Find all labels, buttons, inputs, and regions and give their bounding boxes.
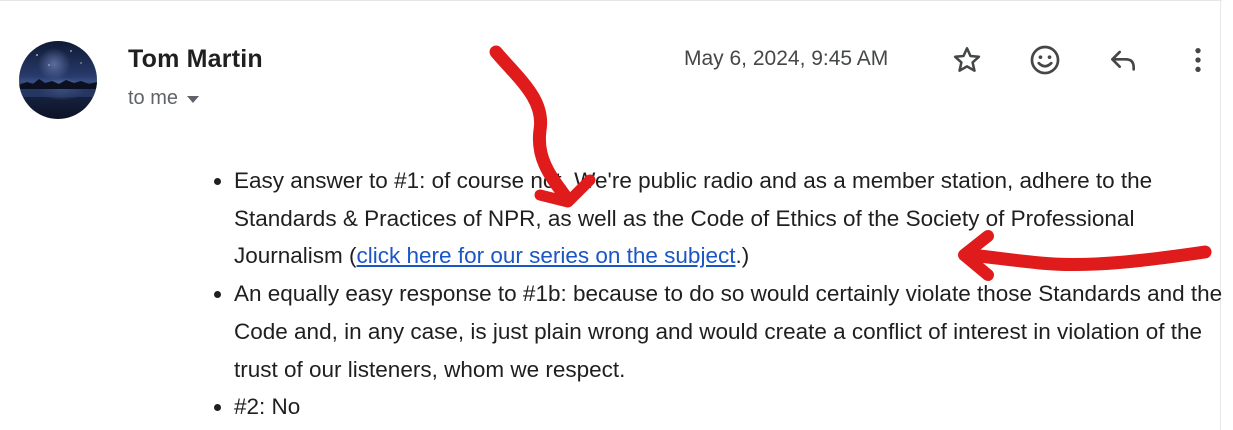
reply-icon <box>1111 50 1135 71</box>
landscape-photo-icon <box>19 50 97 97</box>
more-options-button[interactable] <box>1180 42 1216 78</box>
more-vert-icon <box>1195 48 1201 72</box>
list-item: An equally easy response to #1b: because… <box>214 275 1224 388</box>
list-item: Easy answer to #1: of course not. We're … <box>214 162 1224 275</box>
message-body: Easy answer to #1: of course not. We're … <box>214 162 1224 426</box>
list-item: #2: No <box>214 388 1224 426</box>
star-icon <box>953 47 981 72</box>
series-link[interactable]: click here for our series on the subject <box>357 243 736 268</box>
header-divider <box>0 0 1222 1</box>
bullet <box>214 291 221 299</box>
star-button[interactable] <box>949 42 985 78</box>
bullet <box>214 404 221 412</box>
item3-text: #2: No <box>234 394 301 420</box>
item2-text: An equally easy response to #1b: because… <box>234 281 1223 382</box>
sender-name[interactable]: Tom Martin <box>128 45 263 74</box>
recipients-label: to me <box>128 87 179 109</box>
avatar[interactable] <box>19 41 97 119</box>
bullet <box>214 178 221 185</box>
message-date: May 6, 2024, 9:45 AM <box>684 47 889 70</box>
add-reaction-button[interactable] <box>1027 42 1063 78</box>
chevron-down-icon <box>187 96 200 103</box>
reply-button[interactable] <box>1105 42 1141 78</box>
recipients-toggle[interactable]: to me <box>128 87 200 110</box>
emoji-icon <box>1030 45 1060 75</box>
item1-suffix: .) <box>735 243 750 269</box>
